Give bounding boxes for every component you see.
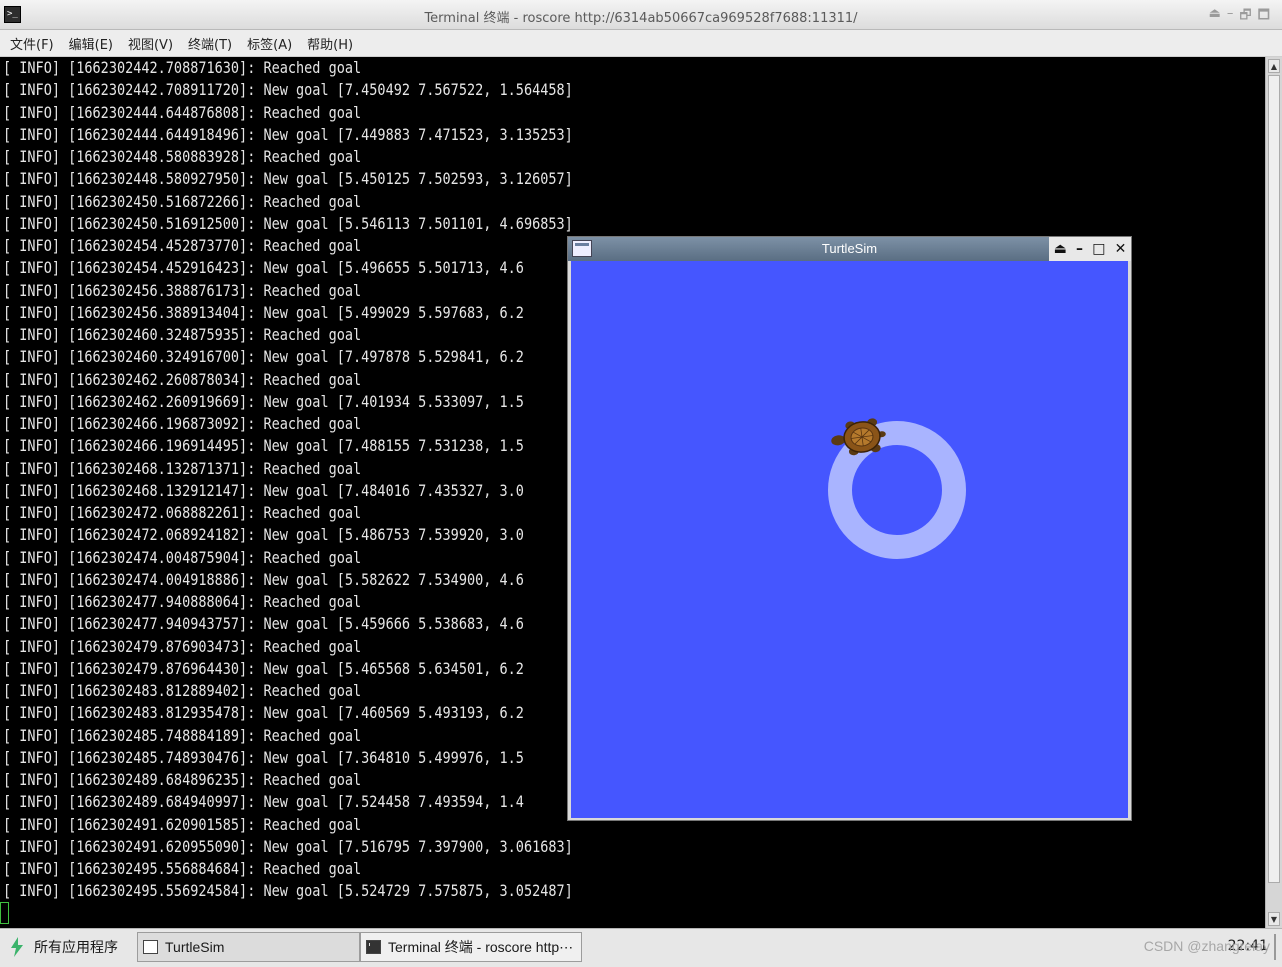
menu-tabs[interactable]: 标签(A) [247, 34, 292, 53]
turtlesim-title: TurtleSim [821, 241, 878, 256]
terminal-line: [ INFO] [1662302454.452873770]: Reached … [3, 236, 362, 255]
turtlesim-window-controls: ⏏ – □ ✕ [1049, 237, 1131, 261]
restore-button[interactable]: 🗗 [1239, 6, 1251, 28]
terminal-line: [ INFO] [1662302456.388876173]: Reached … [3, 280, 362, 300]
terminal-line: [ INFO] [1662302460.324875935]: Reached … [3, 325, 362, 344]
terminal-line: [ INFO] [1662302485.748884189]: Reached … [3, 725, 362, 745]
terminal-line: [ INFO] [1662302466.196873092]: Reached … [3, 414, 362, 433]
terminal-line: [ INFO] [1662302462.260878034]: Reached … [3, 369, 362, 389]
shade-button[interactable]: ⏏ [1209, 6, 1221, 28]
terminal-line: [ INFO] [1662302444.644918496]: New goal… [3, 124, 573, 144]
terminal-line: [ INFO] [1662302491.620901585]: Reached … [3, 814, 362, 834]
terminal-line: [ INFO] [1662302489.684896235]: Reached … [3, 770, 362, 789]
terminal-line: [ INFO] [1662302454.452916423]: New goal… [3, 258, 524, 278]
task-label: TurtleSim [165, 939, 225, 955]
terminal-line: [ INFO] [1662302477.940888064]: Reached … [3, 592, 362, 611]
terminal-line: [ INFO] [1662302489.684940997]: New goal… [3, 792, 524, 812]
window-controls: ⏏ – 🗗 🗖 [1209, 6, 1270, 28]
watermark: CSDN @zhangrelay [1143, 938, 1270, 954]
scroll-down-arrow-icon[interactable]: ▼ [1268, 912, 1280, 926]
terminal-line: [ INFO] [1662302448.580927950]: New goal… [3, 169, 573, 189]
apps-logo-icon [11, 937, 23, 957]
terminal-line: [ INFO] [1662302462.260919669]: New goal… [3, 391, 524, 411]
terminal-line: [ INFO] [1662302483.812935478]: New goal… [3, 703, 524, 723]
task-turtlesim[interactable]: TurtleSim [137, 932, 360, 962]
turtlesim-close-button[interactable]: ✕ [1115, 241, 1127, 257]
task-label: Terminal 终端 - roscore http⋯ [388, 939, 574, 955]
terminal-icon [366, 940, 381, 954]
terminal-line: [ INFO] [1662302495.556924584]: New goal… [3, 881, 573, 901]
terminal-title-bar[interactable]: >_ Terminal 终端 - roscore http://6314ab50… [0, 0, 1282, 30]
terminal-line: [ INFO] [1662302491.620955090]: New goal… [3, 836, 573, 856]
turtle-icon [831, 418, 886, 456]
terminal-line: [ INFO] [1662302448.580883928]: Reached … [3, 147, 362, 166]
terminal-line: [ INFO] [1662302444.644876808]: Reached … [3, 102, 362, 122]
scroll-up-arrow-icon[interactable]: ▲ [1268, 59, 1280, 73]
terminal-line: [ INFO] [1662302479.876903473]: Reached … [3, 636, 362, 656]
menu-edit[interactable]: 编辑(E) [69, 34, 113, 53]
turtlesim-canvas [571, 261, 1128, 818]
turtlesim-title-bar[interactable]: TurtleSim ⏏ – □ ✕ [568, 237, 1131, 261]
menu-help[interactable]: 帮助(H) [307, 34, 353, 53]
terminal-line: [ INFO] [1662302479.876964430]: New goal… [3, 658, 524, 678]
window-icon [143, 940, 158, 954]
terminal-line: [ INFO] [1662302468.132871371]: Reached … [3, 458, 362, 478]
terminal-line: [ INFO] [1662302472.068924182]: New goal… [3, 525, 524, 545]
scrollbar-thumb[interactable] [1268, 75, 1280, 883]
terminal-line: [ INFO] [1662302495.556884684]: Reached … [3, 859, 362, 878]
turtlesim-minimize-button[interactable]: – [1076, 241, 1083, 257]
menu-bar: 文件(F) 编辑(E) 视图(V) 终端(T) 标签(A) 帮助(H) [0, 30, 1282, 57]
taskbar-separator [1274, 934, 1276, 960]
terminal-line: [ INFO] [1662302460.324916700]: New goal… [3, 347, 524, 367]
turtlesim-window[interactable]: TurtleSim ⏏ – □ ✕ [567, 236, 1132, 821]
turtlesim-shade-button[interactable]: ⏏ [1054, 241, 1067, 257]
terminal-line: [ INFO] [1662302442.708871630]: Reached … [3, 58, 362, 77]
menu-terminal[interactable]: 终端(T) [188, 34, 232, 53]
terminal-scrollbar[interactable]: ▲ ▼ [1265, 57, 1282, 928]
window-title: Terminal 终端 - roscore http://6314ab50667… [424, 11, 858, 26]
terminal-line: [ INFO] [1662302474.004875904]: Reached … [3, 547, 362, 567]
terminal-line: [ INFO] [1662302456.388913404]: New goal… [3, 302, 524, 322]
terminal-line: [ INFO] [1662302474.004918886]: New goal… [3, 569, 524, 589]
turtlesim-drawing [828, 418, 966, 559]
terminal-line: [ INFO] [1662302442.708911720]: New goal… [3, 80, 573, 100]
terminal-line: [ INFO] [1662302450.516912500]: New goal… [3, 213, 573, 233]
terminal-cursor [0, 902, 9, 924]
terminal-line: [ INFO] [1662302472.068882261]: Reached … [3, 503, 362, 522]
menu-file[interactable]: 文件(F) [10, 34, 54, 53]
terminal-line: [ INFO] [1662302468.132912147]: New goal… [3, 480, 524, 500]
menu-view[interactable]: 视图(V) [128, 34, 173, 53]
terminal-line: [ INFO] [1662302483.812889402]: Reached … [3, 681, 362, 700]
all-applications-button[interactable]: 所有应用程序 [8, 936, 118, 958]
start-label: 所有应用程序 [34, 940, 118, 956]
terminal-line: [ INFO] [1662302450.516872266]: Reached … [3, 191, 362, 211]
minimize-button[interactable]: – [1227, 6, 1234, 28]
terminal-line: [ INFO] [1662302485.748930476]: New goal… [3, 747, 524, 767]
turtlesim-maximize-button[interactable]: □ [1092, 241, 1105, 257]
terminal-line: [ INFO] [1662302477.940943757]: New goal… [3, 614, 524, 634]
maximize-button[interactable]: 🗖 [1258, 6, 1270, 28]
task-terminal[interactable]: Terminal 终端 - roscore http⋯ [360, 932, 582, 962]
terminal-line: [ INFO] [1662302466.196914495]: New goal… [3, 436, 524, 456]
taskbar: 所有应用程序 TurtleSim Terminal 终端 - roscore h… [0, 928, 1282, 967]
